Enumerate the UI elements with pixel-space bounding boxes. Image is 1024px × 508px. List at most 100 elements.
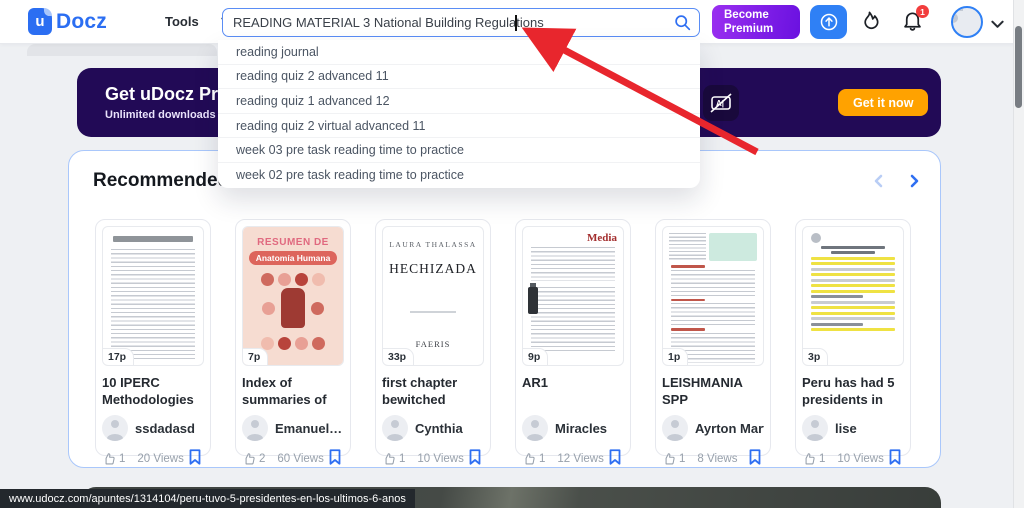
page-count-badge: 7p <box>242 348 268 366</box>
thumbs-up-icon <box>382 452 396 466</box>
text-line <box>811 279 895 282</box>
get-it-now-button[interactable]: Get it now <box>838 89 928 116</box>
subheading-line <box>811 295 863 298</box>
bookmark-button[interactable] <box>606 448 624 469</box>
suggestion-item[interactable]: reading quiz 2 virtual advanced 11 <box>218 114 700 139</box>
carousel-next-button[interactable] <box>907 173 921 192</box>
bookmark-button[interactable] <box>326 448 344 469</box>
organ-icons <box>243 273 343 286</box>
search-button[interactable] <box>665 9 699 36</box>
carousel-prev-button[interactable] <box>872 173 886 192</box>
bookmark-button[interactable] <box>186 448 204 469</box>
card-author[interactable]: Ayrton Martin… <box>662 415 764 441</box>
highlight-green <box>709 233 757 261</box>
upload-button[interactable] <box>810 5 847 39</box>
document-thumbnail: 17p <box>102 226 204 366</box>
journal-logo: Media <box>587 232 617 244</box>
page-count-badge: 17p <box>102 348 134 366</box>
document-card[interactable]: 1p LEISHMANIA SPP Ayrton Martin… 1 8 Vie… <box>655 219 771 456</box>
suggestion-item[interactable]: reading journal <box>218 40 700 65</box>
thumbs-up-icon <box>522 452 536 466</box>
document-thumbnail: 3p <box>802 226 904 366</box>
logo-document-icon: u <box>28 8 52 35</box>
become-premium-button[interactable]: Become Premium <box>712 5 800 39</box>
notifications-button[interactable]: 1 <box>901 8 927 34</box>
user-avatar[interactable] <box>951 6 983 38</box>
recommended-section: Recommended 17p 10 IPERC Methodologies s… <box>68 150 941 468</box>
card-author[interactable]: Miracles <box>522 415 624 441</box>
subheading-line <box>811 323 863 326</box>
page-count-badge: 1p <box>662 348 688 366</box>
document-card[interactable]: Media 9p AR1 Miracles 1 12 Views <box>515 219 631 456</box>
likes[interactable]: 1 <box>102 452 125 466</box>
doc-heading-line <box>821 246 885 249</box>
document-card[interactable]: RESUMEN DE Anatomía Humana 7p Index of s… <box>235 219 351 456</box>
likes[interactable]: 1 <box>382 452 405 466</box>
card-author[interactable]: ssdadasd <box>102 415 204 441</box>
author-avatar <box>802 415 828 441</box>
document-thumbnail: LAURA THALASSA HECHIZADA FAERIS 33p <box>382 226 484 366</box>
top-navbar: u Docz Tools Become Premium 1 <box>0 0 1024 44</box>
document-card[interactable]: LAURA THALASSA HECHIZADA FAERIS 33p firs… <box>375 219 491 456</box>
likes[interactable]: 1 <box>522 452 545 466</box>
text-line <box>811 301 895 304</box>
trending-button[interactable] <box>858 9 881 37</box>
document-card[interactable]: 3p Peru has had 5 presidents in the… lis… <box>795 219 911 456</box>
card-title: first chapter bewitched laura… <box>382 374 484 410</box>
suggestion-item[interactable]: reading quiz 2 advanced 11 <box>218 65 700 90</box>
card-title: LEISHMANIA SPP <box>662 374 764 410</box>
highlight-yellow <box>811 262 895 265</box>
suggestion-item[interactable]: reading quiz 1 advanced 12 <box>218 89 700 114</box>
thumbs-up-icon <box>662 452 676 466</box>
link-preview-statusbar: www.udocz.com/apuntes/1314104/peru-tuvo-… <box>0 489 415 508</box>
document-card[interactable]: 17p 10 IPERC Methodologies ssdadasd 1 20… <box>95 219 211 456</box>
card-author[interactable]: lise <box>802 415 904 441</box>
flame-icon <box>858 9 881 34</box>
banner-subtitle: Unlimited downloads a <box>105 109 225 121</box>
book-cover: LAURA THALASSA HECHIZADA FAERIS <box>383 227 483 365</box>
tiny-text-line <box>410 311 456 313</box>
likes[interactable]: 2 <box>242 452 265 466</box>
text-line <box>811 317 895 320</box>
no-ads-icon: A| <box>703 85 739 121</box>
thumbs-up-icon <box>802 452 816 466</box>
highlight-yellow <box>811 290 895 293</box>
bookmark-button[interactable] <box>886 448 904 469</box>
card-stats: 1 10 Views <box>382 448 484 469</box>
views-count: 60 Views <box>277 453 323 465</box>
card-author[interactable]: Emanuel… <box>242 415 344 441</box>
account-menu-button[interactable] <box>991 16 1004 34</box>
logo-text: Docz <box>56 10 107 34</box>
red-heading <box>671 265 705 268</box>
chevron-down-icon <box>991 20 1004 29</box>
scrollbar-track[interactable] <box>1013 0 1024 508</box>
likes[interactable]: 1 <box>662 452 685 466</box>
card-title: Index of summaries of approved… <box>242 374 344 410</box>
udocz-logo[interactable]: u Docz <box>28 8 107 35</box>
search-icon <box>674 14 691 31</box>
document-thumbnail: RESUMEN DE Anatomía Humana 7p <box>242 226 344 366</box>
thumbs-up-icon <box>102 452 116 466</box>
bookmark-button[interactable] <box>466 448 484 469</box>
recommended-heading: Recommended <box>93 170 229 192</box>
usb-drive-graphic <box>528 287 538 314</box>
red-heading <box>671 299 705 302</box>
page-count-badge: 33p <box>382 348 414 366</box>
suggestion-item[interactable]: week 02 pre task reading time to practic… <box>218 163 700 188</box>
suggestion-item[interactable]: week 03 pre task reading time to practic… <box>218 138 700 163</box>
page-count-badge: 9p <box>522 348 548 366</box>
highlight-yellow <box>811 328 895 331</box>
highlight-yellow <box>811 284 895 287</box>
card-title: Peru has had 5 presidents in the… <box>802 374 904 410</box>
card-title: AR1 <box>522 374 624 410</box>
thumb-header <box>669 233 757 261</box>
search-suggestions-dropdown: reading journal reading quiz 2 advanced … <box>218 40 700 188</box>
page: ✳ ✳ Get uDocz Premium Unlimited download… <box>0 0 1024 508</box>
notification-badge: 1 <box>916 5 929 18</box>
scrollbar-thumb[interactable] <box>1015 26 1022 108</box>
card-author[interactable]: Cynthia <box>382 415 484 441</box>
likes[interactable]: 1 <box>802 452 825 466</box>
bookmark-button[interactable] <box>746 448 764 469</box>
card-stats: 1 12 Views <box>522 448 624 469</box>
search-input[interactable] <box>223 9 665 36</box>
